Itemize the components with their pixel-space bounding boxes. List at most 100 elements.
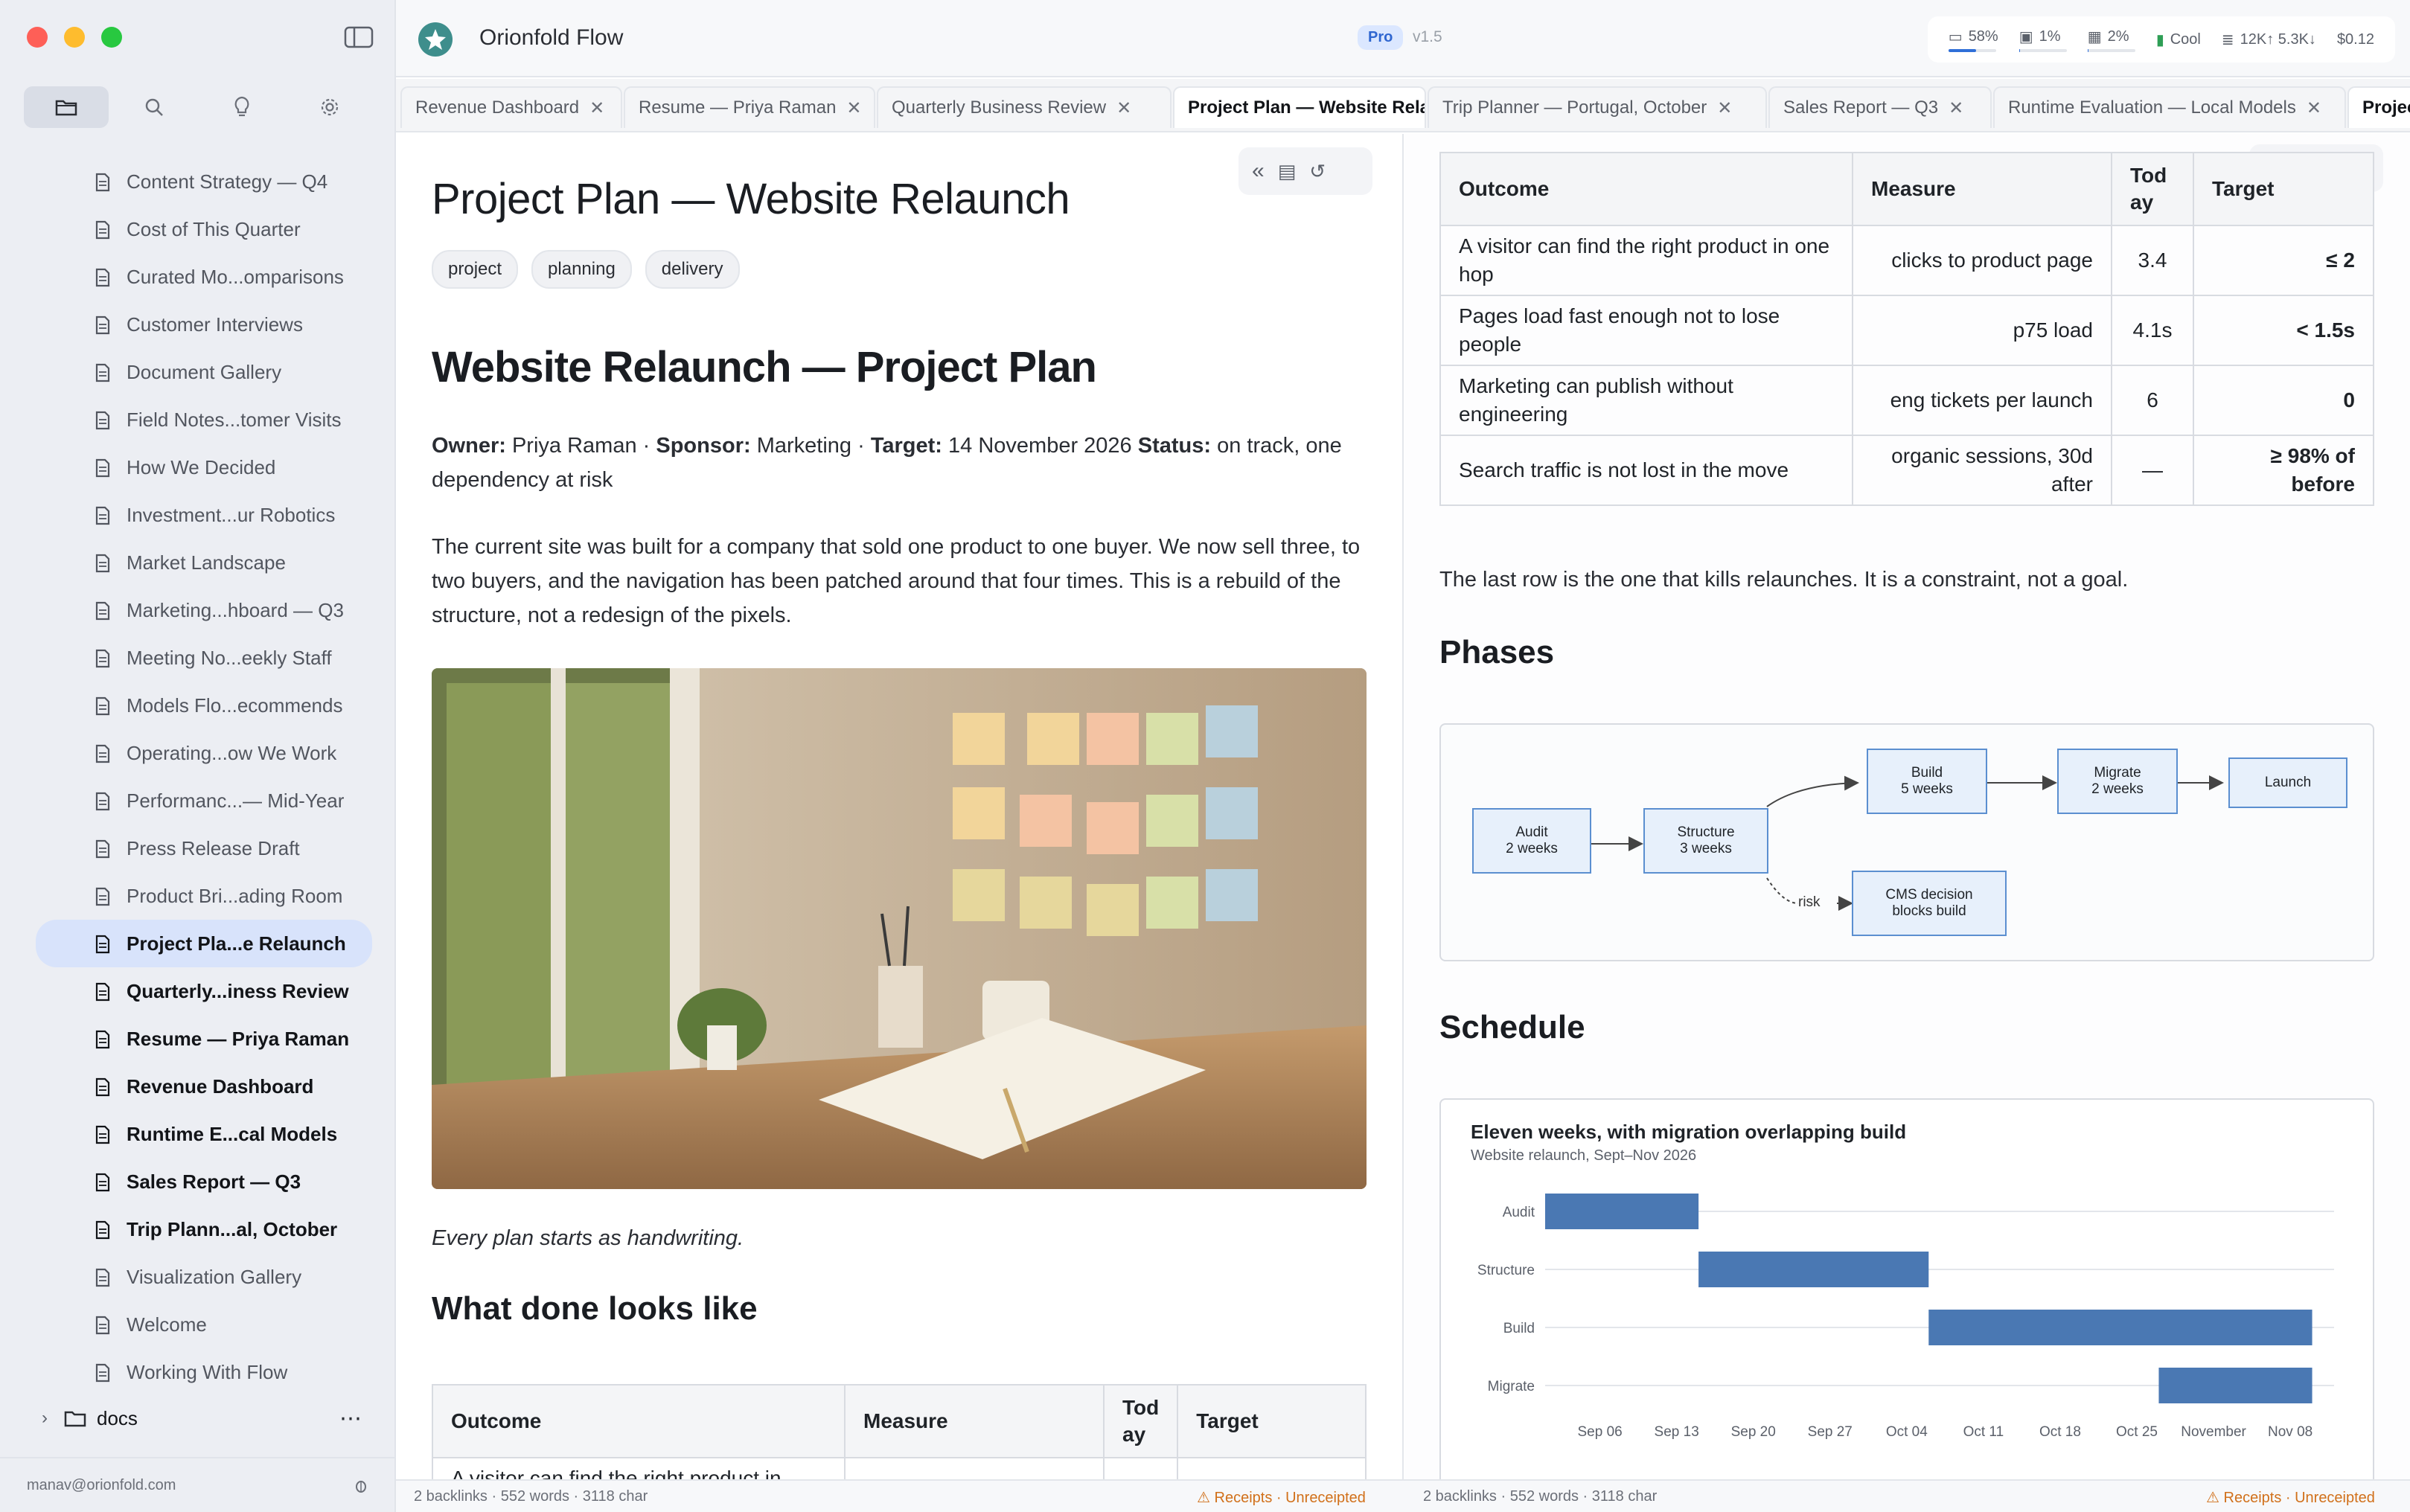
document-icon[interactable]: ▤ [1278, 160, 1297, 183]
sidebar-item[interactable]: Project Pla...e Relaunch [36, 920, 372, 967]
sidebar-item[interactable]: Trip Plann...al, October [36, 1205, 372, 1253]
file-list: Content Strategy — Q4 Cost of This Quarte… [36, 158, 372, 1396]
sidebar-item-label: Content Strategy — Q4 [127, 170, 328, 193]
tab-quarterly-review[interactable]: Quarterly Business Review ✕ [877, 86, 1172, 128]
sidebar-item[interactable]: Curated Mo...omparisons [36, 253, 372, 301]
sidebar-item[interactable]: Welcome [36, 1301, 372, 1348]
sidebar-item-label: Working With Flow [127, 1360, 288, 1383]
document-icon [95, 315, 110, 340]
table-note: The last row is the one that kills relau… [1439, 568, 2129, 592]
account-email: manav@orionfold.com [27, 1476, 176, 1493]
sidebar-item-label: Performanc...— Mid-Year [127, 789, 345, 812]
sidebar-item[interactable]: Marketing...hboard — Q3 [36, 586, 372, 634]
sidebar-item[interactable]: Performanc...— Mid-Year [36, 777, 372, 824]
column-header: Outcome [432, 1384, 846, 1458]
sidebar-item-label: Welcome [127, 1313, 207, 1336]
sidebar-item[interactable]: Field Notes...tomer Visits [36, 396, 372, 443]
receipts-status-left[interactable]: ⚠ Receipts · Unreceipted [1197, 1488, 1366, 1507]
sidebar-item[interactable]: Revenue Dashboard [36, 1063, 372, 1110]
tab-revenue-dashboard[interactable]: Revenue Dashboard ✕ [400, 86, 622, 128]
table-row: Marketing can publish without engineerin… [1439, 365, 2374, 436]
sidebar-item-label: How We Decided [127, 455, 276, 478]
collapse-icon[interactable]: « [1252, 158, 1265, 184]
tag-chip[interactable]: delivery [645, 250, 740, 289]
x-tick-label: Oct 18 [2039, 1424, 2081, 1440]
table-row: Pages load fast enough not to lose peopl… [1439, 295, 2374, 366]
sidebar-item[interactable]: Sales Report — Q3 [36, 1158, 372, 1205]
sidebar-item-label: Quarterly...iness Review [127, 979, 349, 1002]
table-header-row: Outcome Measure Tod ay Target [1439, 152, 2374, 226]
system-stats: ▭ 58% ▣ 1% ▦ 2% ▮ Cool ≣ 12K↑ 5.3K↓ $0.12 [1927, 16, 2395, 63]
pane-toolbar: « ▤ ↺ [1238, 147, 1372, 195]
sidebar-item-label: Trip Plann...al, October [127, 1217, 338, 1240]
gantt-chart: Audit Structure Build Migrate Sep 06 Sep 13 Se… [1477, 1194, 2334, 1440]
receipts-status-right[interactable]: ⚠ Receipts · Unreceipted [2206, 1488, 2375, 1507]
sidebar-item[interactable]: Meeting No...eekly Staff [36, 634, 372, 682]
history-icon[interactable]: ↺ [1309, 160, 1326, 183]
outcomes-table: Outcome Measure Tod ay Target A visitor … [1439, 152, 2374, 506]
tab-resume[interactable]: Resume — Priya Raman ✕ [624, 86, 875, 128]
tokens-icon: ≣ [2221, 31, 2234, 48]
x-tick-label: Sep 06 [1577, 1424, 1622, 1440]
sidebar-item[interactable]: Cost of This Quarter [36, 205, 372, 253]
sidebar-item[interactable]: Product Bri...ading Room [36, 872, 372, 920]
sidebar-item[interactable]: Quarterly...iness Review [36, 967, 372, 1015]
sidebar-item[interactable]: Working With Flow [36, 1348, 372, 1396]
close-tab-icon[interactable]: ✕ [846, 97, 861, 119]
sidebar-item[interactable]: Content Strategy — Q4 [36, 158, 372, 205]
tag-chip[interactable]: project [432, 250, 519, 289]
outcomes-table-left: Outcome Measure Tod ay Target A visitor … [432, 1384, 1367, 1479]
x-tick-label: November [2181, 1424, 2246, 1440]
stat-bar [1948, 48, 1996, 52]
close-window-button[interactable] [27, 27, 48, 48]
bug-icon[interactable] [353, 1477, 369, 1493]
app-window: Content Strategy — Q4 Cost of This Quarte… [0, 0, 2410, 1512]
image-caption: Every plan starts as handwriting. [432, 1226, 744, 1250]
sidebar-item-label: Visualization Gallery [127, 1265, 302, 1288]
tab-project-plan-right[interactable]: Project Plan — Website Relaunch [2347, 86, 2410, 128]
sidebar-item[interactable]: Investment...ur Robotics [36, 491, 372, 539]
tab-sales-report[interactable]: Sales Report — Q3 ✕ [1768, 86, 1992, 128]
tab-project-plan[interactable]: Project Plan — Website Relaunch [1173, 86, 1426, 128]
close-tab-icon[interactable]: ✕ [1717, 97, 1732, 119]
tab-files[interactable] [24, 86, 109, 128]
sidebar-toggle-icon[interactable] [344, 25, 374, 49]
sidebar-item[interactable]: Customer Interviews [36, 301, 372, 348]
sidebar-item-label: Press Release Draft [127, 836, 300, 859]
tab-trip-planner[interactable]: Trip Planner — Portugal, October ✕ [1428, 86, 1767, 128]
close-tab-icon[interactable]: ✕ [1116, 97, 1131, 119]
sidebar-item-label: Customer Interviews [127, 313, 303, 336]
close-tab-icon[interactable]: ✕ [2307, 97, 2321, 119]
sidebar-item[interactable]: Operating...ow We Work [36, 729, 372, 777]
gantt-bar [1545, 1194, 1699, 1229]
sidebar-item[interactable]: Runtime E...cal Models [36, 1110, 372, 1158]
close-tab-icon[interactable]: ✕ [1949, 97, 1963, 119]
close-tab-icon[interactable]: ✕ [589, 97, 604, 119]
sidebar-item-label: Project Pla...e Relaunch [127, 932, 346, 955]
sidebar-tabs [24, 85, 372, 129]
sidebar-item[interactable]: How We Decided [36, 443, 372, 491]
sidebar-item[interactable]: Resume — Priya Raman [36, 1015, 372, 1063]
zoom-window-button[interactable] [101, 27, 122, 48]
tab-settings[interactable] [287, 86, 372, 128]
tab-runtime-evaluation[interactable]: Runtime Evaluation — Local Models ✕ [1993, 86, 2346, 128]
tab-search[interactable] [112, 86, 196, 128]
more-options-icon[interactable]: ⋯ [339, 1406, 362, 1432]
column-header: Target [1177, 1384, 1367, 1458]
sidebar-item[interactable]: Press Release Draft [36, 824, 372, 872]
sidebar-item-label: Market Landscape [127, 551, 286, 574]
sidebar-item[interactable]: Models Flo...ecommends [36, 682, 372, 729]
document-icon [95, 1173, 110, 1197]
tab-ideas[interactable] [199, 86, 284, 128]
minimize-window-button[interactable] [64, 27, 85, 48]
folder-docs[interactable]: › docs ⋯ [42, 1396, 372, 1441]
column-header: Tod ay [2111, 152, 2194, 226]
sidebar-item[interactable]: Document Gallery [36, 348, 372, 396]
tag-chip[interactable]: planning [531, 250, 632, 289]
table-row: Search traffic is not lost in the move o… [1439, 435, 2374, 506]
task-label: Audit [1503, 1205, 1535, 1220]
document-icon [95, 1077, 110, 1102]
document-icon [95, 1030, 110, 1054]
sidebar-item[interactable]: Visualization Gallery [36, 1253, 372, 1301]
sidebar-item[interactable]: Market Landscape [36, 539, 372, 586]
